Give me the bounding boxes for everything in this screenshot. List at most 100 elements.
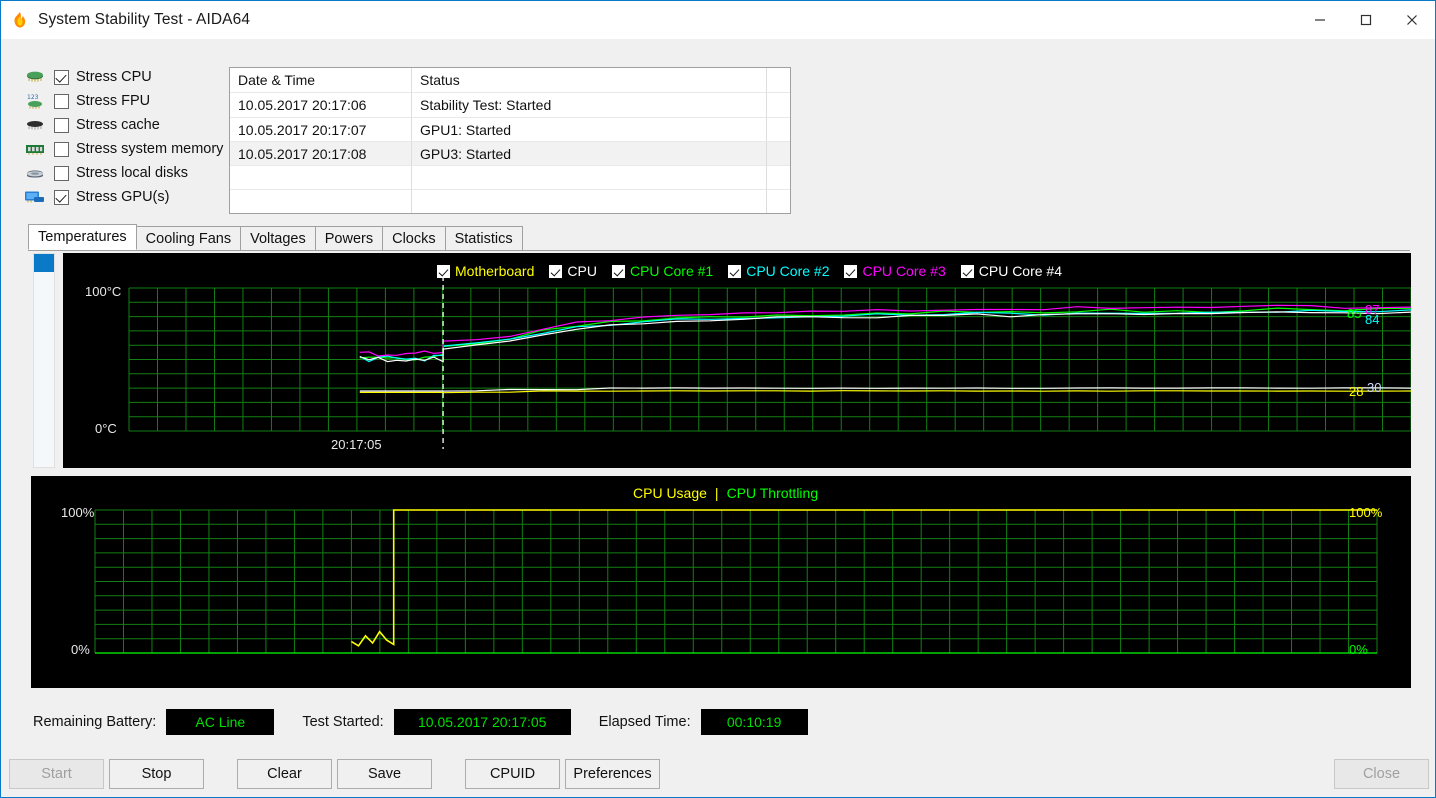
stress-cpu-checkbox[interactable]: [54, 69, 69, 85]
tab-strip: Temperatures Cooling Fans Voltages Power…: [28, 224, 1410, 251]
stress-option-disks[interactable]: Stress local disks: [23, 161, 228, 185]
column-header-spacer: [767, 68, 790, 92]
tab-voltages[interactable]: Voltages: [240, 226, 316, 250]
stress-cpu-label: Stress CPU: [76, 69, 152, 85]
stress-memory-checkbox[interactable]: [54, 141, 69, 157]
cell-spacer: [767, 189, 790, 213]
tab-clocks[interactable]: Clocks: [382, 226, 446, 250]
stress-memory-label: Stress system memory: [76, 141, 224, 157]
table-header-row: Date & Time Status: [230, 68, 790, 93]
tab-cooling-fans[interactable]: Cooling Fans: [135, 226, 242, 250]
clear-button[interactable]: Clear: [237, 759, 332, 789]
column-header-datetime: Date & Time: [230, 68, 412, 93]
battery-label: Remaining Battery:: [33, 714, 157, 730]
legend-item-cpu[interactable]: CPU: [549, 263, 597, 279]
legend-label-cpu-core-4: CPU Core #4: [978, 263, 1063, 279]
temp-value-motherboard: 28: [1349, 384, 1364, 399]
stress-options-panel: Stress CPU 123 Stress FPU Stress cache S…: [23, 65, 228, 209]
close-dialog-button[interactable]: Close: [1334, 759, 1429, 789]
legend-label-cpu-core-2: CPU Core #2: [746, 263, 830, 279]
legend-label-cpu: CPU: [567, 263, 597, 279]
cell-spacer: [767, 140, 790, 165]
status-table[interactable]: Date & Time Status 10.05.2017 20:17:06 S…: [229, 67, 791, 214]
cell-empty: [412, 189, 767, 213]
fpu-chip-icon: 123: [23, 91, 47, 111]
minimize-button[interactable]: [1297, 1, 1343, 39]
cell-empty: [412, 165, 767, 190]
preferences-button[interactable]: Preferences: [565, 759, 660, 789]
series-motherboard: [359, 390, 1412, 394]
legend-label-cpu-usage[interactable]: CPU Usage: [633, 485, 707, 501]
temp-value-core1: 85: [1347, 306, 1362, 321]
cpu-axis-max-left: 100%: [61, 505, 95, 520]
window-controls: [1297, 1, 1435, 39]
cache-chip-icon: [23, 115, 47, 135]
gpu-card-icon: [23, 187, 47, 207]
cell-spacer: [767, 92, 790, 116]
tab-label: Powers: [324, 230, 374, 247]
tab-powers[interactable]: Powers: [314, 226, 384, 250]
series-cpu-core-1: [359, 307, 1412, 361]
stress-option-cache[interactable]: Stress cache: [23, 113, 228, 137]
stress-option-memory[interactable]: Stress system memory: [23, 137, 228, 161]
legend-item-cpu-core-1[interactable]: CPU Core #1: [611, 263, 713, 279]
temperature-scrollbar[interactable]: [33, 253, 55, 468]
temp-axis-min-label: 0°C: [95, 421, 117, 436]
battery-value: AC Line: [166, 709, 275, 735]
table-row-empty: [230, 165, 790, 190]
tab-temperatures[interactable]: Temperatures: [28, 224, 137, 250]
legend-checkbox-motherboard[interactable]: [437, 264, 450, 278]
stop-button[interactable]: Stop: [109, 759, 204, 789]
legend-label-cpu-throttling[interactable]: CPU Throttling: [727, 485, 819, 501]
svg-text:123: 123: [27, 94, 39, 101]
legend-item-motherboard[interactable]: Motherboard: [437, 263, 534, 279]
cpu-axis-min-left: 0%: [71, 642, 90, 657]
tab-statistics[interactable]: Statistics: [444, 226, 523, 250]
stress-cache-checkbox[interactable]: [54, 117, 69, 133]
tab-label: Voltages: [250, 230, 306, 247]
save-button[interactable]: Save: [337, 759, 432, 789]
legend-checkbox-cpu-core-2[interactable]: [728, 264, 742, 278]
window-title: System Stability Test - AIDA64: [38, 11, 251, 28]
temp-time-marker-label: 20:17:05: [331, 437, 382, 452]
legend-checkbox-cpu-core-3[interactable]: [844, 264, 858, 278]
stress-gpu-checkbox[interactable]: [54, 189, 69, 205]
cpu-chart-legend: CPU Usage | CPU Throttling: [633, 485, 818, 501]
stress-fpu-checkbox[interactable]: [54, 93, 69, 109]
close-button[interactable]: [1389, 1, 1435, 39]
cell-datetime: 10.05.2017 20:17:06: [230, 92, 412, 117]
cpu-chip-icon: [23, 67, 47, 87]
legend-item-cpu-core-2[interactable]: CPU Core #2: [728, 263, 829, 279]
stress-gpu-label: Stress GPU(s): [76, 189, 170, 205]
legend-item-cpu-core-4[interactable]: CPU Core #4: [960, 263, 1063, 279]
memory-module-icon: [23, 139, 47, 159]
stress-option-gpu[interactable]: Stress GPU(s): [23, 185, 228, 209]
table-row[interactable]: 10.05.2017 20:17:08 GPU3: Started: [230, 140, 790, 166]
temperature-plot: [128, 276, 1412, 449]
maximize-button[interactable]: [1343, 1, 1389, 39]
hard-disk-icon: [23, 163, 47, 183]
legend-checkbox-cpu[interactable]: [549, 264, 563, 278]
scrollbar-thumb[interactable]: [34, 254, 54, 272]
stress-option-cpu[interactable]: Stress CPU: [23, 65, 228, 89]
stress-option-fpu[interactable]: 123 Stress FPU: [23, 89, 228, 113]
elapsed-time-label: Elapsed Time:: [598, 714, 691, 730]
cell-datetime: 10.05.2017 20:17:08: [230, 140, 412, 166]
stress-fpu-label: Stress FPU: [76, 93, 151, 109]
cpu-axis-max-right: 100%: [1349, 505, 1383, 520]
temp-axis-max-label: 100°C: [85, 284, 122, 299]
tab-label: Temperatures: [38, 229, 127, 245]
cell-empty: [230, 165, 412, 190]
table-row[interactable]: 10.05.2017 20:17:06 Stability Test: Star…: [230, 92, 790, 117]
cell-status: GPU3: Started: [412, 140, 767, 166]
legend-checkbox-cpu-core-4[interactable]: [960, 264, 974, 278]
legend-checkbox-cpu-core-1[interactable]: [611, 264, 625, 278]
start-button[interactable]: Start: [9, 759, 104, 789]
aida64-stability-window: System Stability Test - AIDA64 Stress CP…: [0, 0, 1436, 798]
cpuid-button[interactable]: CPUID: [465, 759, 560, 789]
stress-disks-checkbox[interactable]: [54, 165, 69, 181]
legend-item-cpu-core-3[interactable]: CPU Core #3: [844, 263, 946, 279]
cell-spacer: [767, 165, 790, 189]
table-row[interactable]: 10.05.2017 20:17:07 GPU1: Started: [230, 116, 790, 141]
cpu-axis-min-right: 0%: [1349, 642, 1368, 657]
